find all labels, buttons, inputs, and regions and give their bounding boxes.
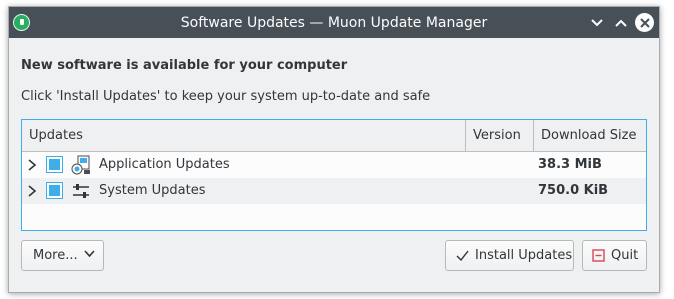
window-title: Software Updates — Muon Update Manager bbox=[180, 15, 488, 31]
system-updates-checkbox[interactable] bbox=[46, 182, 63, 199]
application-updates-checkbox[interactable] bbox=[46, 156, 63, 173]
chevron-up-icon bbox=[614, 19, 627, 27]
column-header-download-size[interactable]: Download Size bbox=[534, 120, 646, 151]
application-updates-icon bbox=[71, 155, 90, 175]
install-updates-label: Install Updates bbox=[475, 248, 573, 263]
system-updates-icon bbox=[73, 184, 89, 198]
more-button[interactable]: More... bbox=[21, 240, 104, 271]
quit-icon bbox=[592, 249, 605, 262]
update-manager-window: Software Updates — Muon Update Manager N… bbox=[8, 6, 660, 293]
updates-available-heading: New software is available for your compu… bbox=[21, 58, 348, 73]
quit-button[interactable]: Quit bbox=[582, 240, 647, 271]
close-icon bbox=[639, 17, 650, 28]
row-download-size: 38.3 MiB bbox=[538, 157, 602, 172]
updates-tree[interactable]: Updates Version Download Size Applicatio… bbox=[21, 119, 647, 231]
close-button[interactable] bbox=[635, 13, 654, 32]
more-button-label: More... bbox=[33, 248, 78, 263]
expand-arrow-icon[interactable] bbox=[27, 184, 37, 198]
tree-row-application-updates[interactable]: Application Updates 38.3 MiB bbox=[22, 152, 646, 178]
row-label: Application Updates bbox=[99, 157, 230, 172]
tree-row-system-updates[interactable]: System Updates 750.0 KiB bbox=[22, 178, 646, 204]
column-header-version[interactable]: Version bbox=[466, 120, 534, 151]
maximize-button[interactable] bbox=[611, 13, 630, 32]
row-download-size: 750.0 KiB bbox=[538, 183, 609, 198]
row-label: System Updates bbox=[99, 183, 206, 198]
column-header-updates[interactable]: Updates bbox=[22, 120, 466, 151]
install-updates-button[interactable]: Install Updates bbox=[445, 240, 574, 271]
titlebar[interactable]: Software Updates — Muon Update Manager bbox=[9, 7, 659, 38]
minimize-button[interactable] bbox=[587, 13, 606, 32]
expand-arrow-icon[interactable] bbox=[27, 158, 37, 172]
updates-instruction-text: Click 'Install Updates' to keep your sys… bbox=[21, 89, 431, 104]
checkmark-icon bbox=[456, 250, 469, 261]
chevron-down-icon bbox=[84, 250, 95, 258]
quit-label: Quit bbox=[611, 248, 639, 263]
tree-header: Updates Version Download Size bbox=[22, 120, 646, 152]
chevron-down-icon bbox=[590, 18, 603, 26]
